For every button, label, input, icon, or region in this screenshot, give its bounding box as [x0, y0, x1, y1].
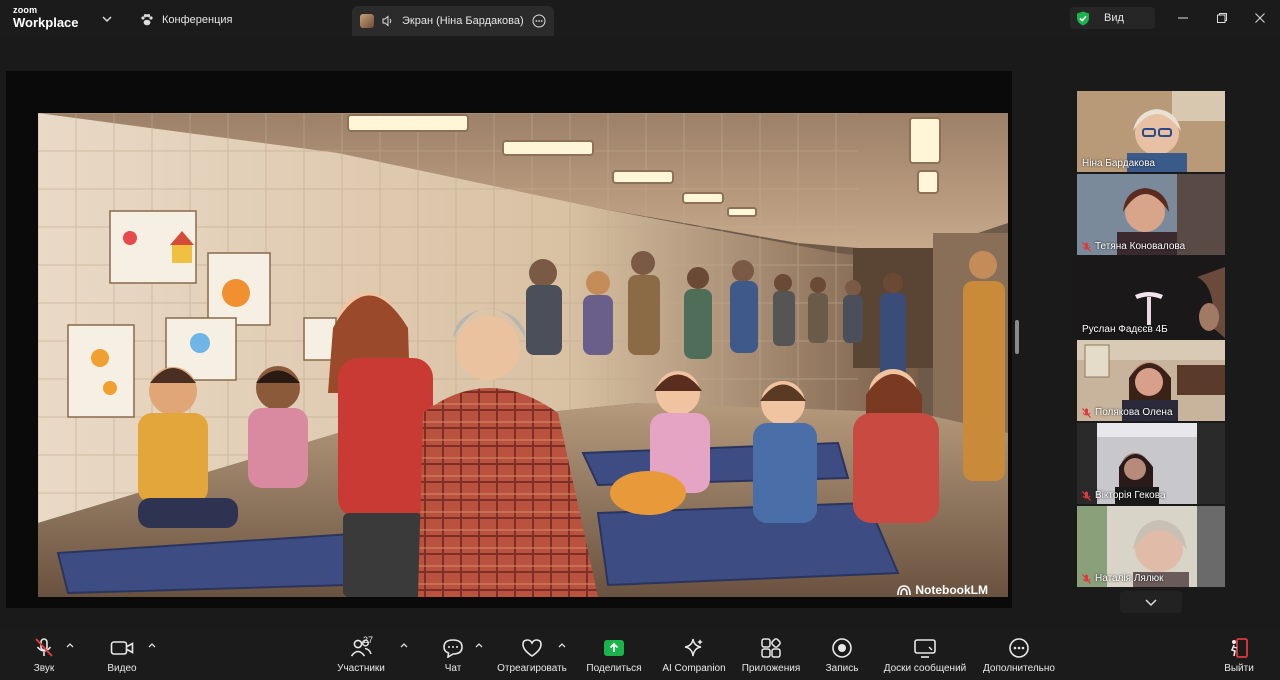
audio-button[interactable]: Звук [28, 636, 60, 676]
ai-companion-button[interactable]: AI Companion [660, 636, 728, 676]
mic-off-icon [1082, 490, 1091, 501]
leave-door-icon [1230, 638, 1248, 658]
audio-options-caret-icon[interactable] [65, 640, 75, 650]
meeting-stage: NotebookLM Ніна Бардакова Тетяна Коновал… [0, 38, 1280, 630]
close-button[interactable] [1249, 8, 1271, 28]
audio-label: Звук [33, 663, 55, 674]
video-camera-icon [110, 641, 134, 655]
participant-tile[interactable]: Наталія Лялюк [1077, 506, 1225, 587]
mic-muted-icon [35, 638, 53, 657]
ai-companion-label: AI Companion [662, 663, 726, 674]
participants-label: Участники [337, 663, 385, 674]
heart-reaction-icon [522, 639, 542, 657]
mic-off-icon [1082, 241, 1091, 252]
participants-options-caret-icon[interactable] [399, 640, 409, 650]
participant-tile[interactable]: Вікторія Гекова [1077, 423, 1225, 504]
mic-off-icon [1082, 407, 1091, 418]
whiteboards-label: Доски сообщений [883, 663, 967, 674]
minimize-icon [1178, 17, 1188, 19]
participant-gallery: Ніна Бардакова Тетяна Коновалова Руслан … [1077, 91, 1225, 589]
chat-options-caret-icon[interactable] [474, 640, 484, 650]
chat-label: Чат [444, 663, 462, 674]
chat-button[interactable]: Чат [438, 636, 468, 676]
video-button[interactable]: Видео [104, 636, 140, 676]
notebooklm-logo-icon [897, 585, 912, 596]
notebooklm-watermark: NotebookLM [897, 583, 988, 597]
apps-button[interactable]: Приложения [739, 636, 803, 676]
whiteboards-button[interactable]: Доски сообщений [879, 636, 971, 676]
logo-top-text: zoom [13, 5, 38, 15]
panel-resize-handle[interactable] [1015, 320, 1019, 354]
presenter-avatar [360, 14, 374, 28]
tab-meeting[interactable]: Конференция [140, 10, 232, 30]
share-screen-label: Поделиться [586, 663, 642, 674]
maximize-button[interactable] [1211, 8, 1233, 28]
whiteboard-icon [914, 639, 936, 658]
tab-screen-share[interactable]: Экран (Ніна Бардакова) [352, 6, 554, 36]
record-label: Запись [825, 663, 859, 674]
react-options-caret-icon[interactable] [557, 640, 567, 650]
mic-off-icon [1082, 573, 1091, 584]
zoom-workplace-logo[interactable]: zoom Workplace [13, 5, 79, 30]
restore-icon [1217, 13, 1227, 23]
close-icon [1255, 13, 1265, 23]
participant-tile[interactable]: Тетяна Коновалова [1077, 174, 1225, 255]
participant-tile-active-speaker[interactable]: Руслан Фадєєв 4Б [1077, 257, 1225, 338]
paw-icon [141, 14, 153, 26]
watermark-text: NotebookLM [915, 583, 988, 597]
share-tab-label: Экран (Ніна Бардакова) [402, 15, 524, 27]
more-button[interactable]: Дополнительно [980, 636, 1058, 676]
participant-name: Наталія Лялюк [1082, 573, 1164, 584]
apps-grid-icon [761, 638, 781, 658]
logo-bottom-text: Workplace [13, 15, 79, 30]
participant-tile[interactable]: Ніна Бардакова [1077, 91, 1225, 172]
share-screen-button[interactable]: Поделиться [585, 636, 643, 676]
ai-sparkle-icon [684, 638, 703, 657]
shield-check-icon [1077, 11, 1089, 25]
view-label: Вид [1104, 12, 1124, 24]
gallery-scroll-down-button[interactable] [1120, 591, 1182, 613]
react-label: Отреагировать [497, 663, 567, 674]
participant-tile[interactable]: Полякова Олена [1077, 340, 1225, 421]
minimize-button[interactable] [1172, 8, 1194, 28]
record-button[interactable]: Запись [822, 636, 862, 676]
chevron-down-icon [1145, 599, 1157, 607]
more-label: Дополнительно [983, 663, 1055, 674]
participant-name: Руслан Фадєєв 4Б [1082, 324, 1168, 335]
participant-name: Полякова Олена [1082, 407, 1173, 418]
participants-count: 27 [363, 635, 374, 645]
view-button[interactable]: Вид [1070, 7, 1155, 29]
leave-label: Выйти [1224, 663, 1254, 674]
meeting-toolbar: Звук Видео 27 Участники Чат Отреагироват… [0, 630, 1280, 680]
shared-screen[interactable]: NotebookLM [6, 71, 1012, 608]
more-options-icon[interactable] [532, 14, 546, 28]
apps-label: Приложения [741, 663, 801, 674]
record-icon [832, 638, 852, 658]
title-bar: zoom Workplace Конференция Экран (Ніна Б… [0, 0, 1280, 38]
leave-button[interactable]: Выйти [1222, 636, 1256, 676]
share-screen-icon [604, 640, 624, 656]
video-options-caret-icon[interactable] [147, 640, 157, 650]
chat-bubble-icon [443, 639, 463, 658]
shared-illustration: NotebookLM [38, 113, 1008, 597]
chevron-down-icon[interactable] [100, 12, 114, 26]
participant-name: Тетяна Коновалова [1082, 241, 1185, 252]
more-dots-icon [1009, 638, 1029, 658]
shelter-illustration-image [38, 113, 1008, 597]
video-label: Видео [107, 663, 137, 674]
participants-button[interactable]: 27 Участники [334, 635, 388, 676]
participant-name: Ніна Бардакова [1082, 158, 1155, 169]
participant-name: Вікторія Гекова [1082, 490, 1166, 501]
speaker-icon [382, 15, 392, 27]
meeting-tab-label: Конференция [162, 14, 233, 26]
